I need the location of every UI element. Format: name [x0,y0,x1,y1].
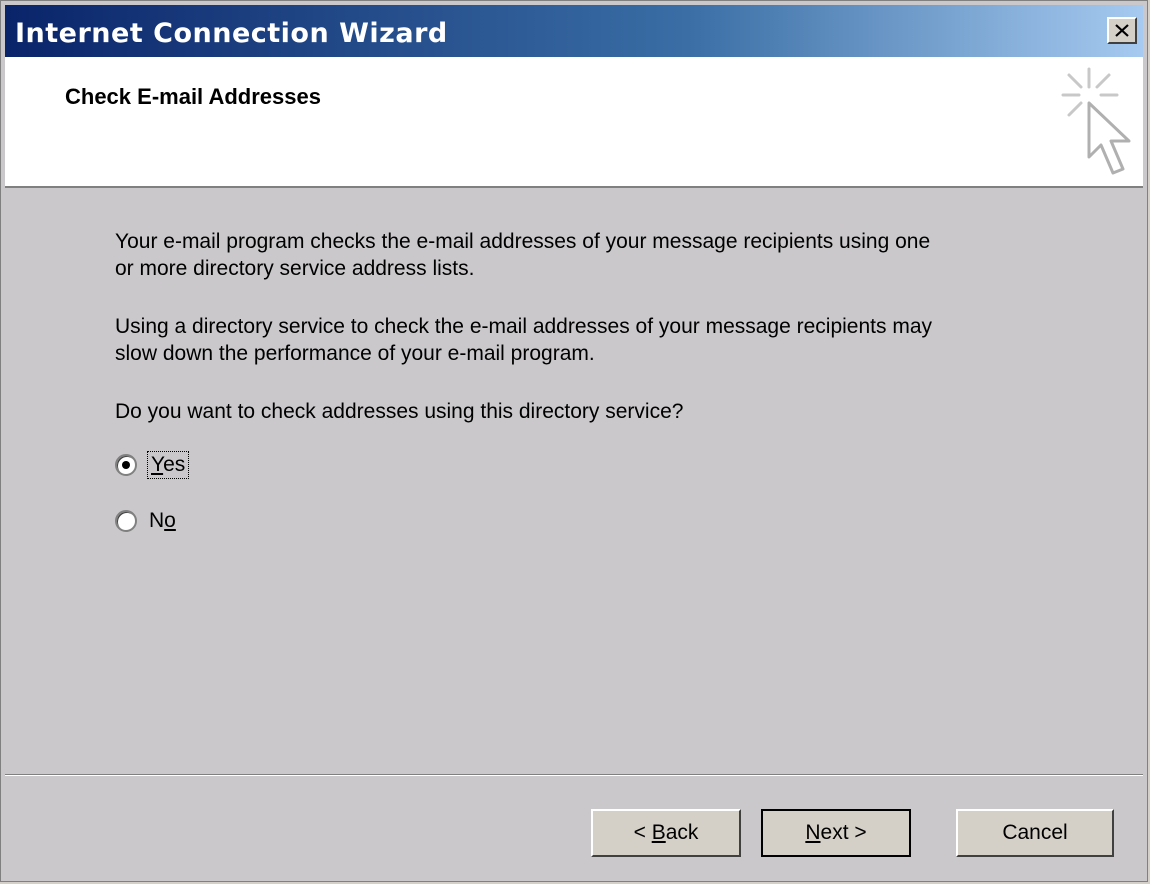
wizard-header: Check E-mail Addresses [5,57,1143,188]
cancel-button[interactable]: Cancel [956,809,1114,857]
radio-no-button[interactable] [115,510,137,532]
description-2-line-1: Using a directory service to check the e… [115,315,933,338]
wizard-window: Internet Connection Wizard Check E-mail … [0,0,1148,882]
radio-selected-dot [122,461,130,469]
close-icon [1115,24,1129,37]
radio-option-no[interactable]: No [115,509,176,533]
page-title: Check E-mail Addresses [65,84,321,109]
next-button[interactable]: Next > [761,809,911,857]
title-bar[interactable]: Internet Connection Wizard [5,5,1143,57]
description-paragraph-2: Using a directory service to check the e… [115,313,1075,367]
radio-option-yes[interactable]: Yes [115,451,190,479]
description-1-line-1: Your e-mail program checks the e-mail ad… [115,230,931,253]
description-2-line-2: slow down the performance of your e-mail… [115,342,595,365]
radio-no-label[interactable]: No [149,509,176,533]
close-button[interactable] [1107,17,1137,44]
description-1-line-2: or more directory service address lists. [115,257,475,280]
description-paragraph-1: Your e-mail program checks the e-mail ad… [115,228,1075,282]
back-button[interactable]: < Back [591,809,741,857]
wizard-cursor-icon [1061,67,1131,175]
question-text: Do you want to check addresses using thi… [115,400,684,423]
footer-separator [5,774,1143,776]
wizard-body: Your e-mail program checks the e-mail ad… [5,188,1143,774]
radio-yes-label[interactable]: Yes [146,451,190,479]
radio-yes-button[interactable] [115,454,137,476]
window-title: Internet Connection Wizard [15,18,448,49]
